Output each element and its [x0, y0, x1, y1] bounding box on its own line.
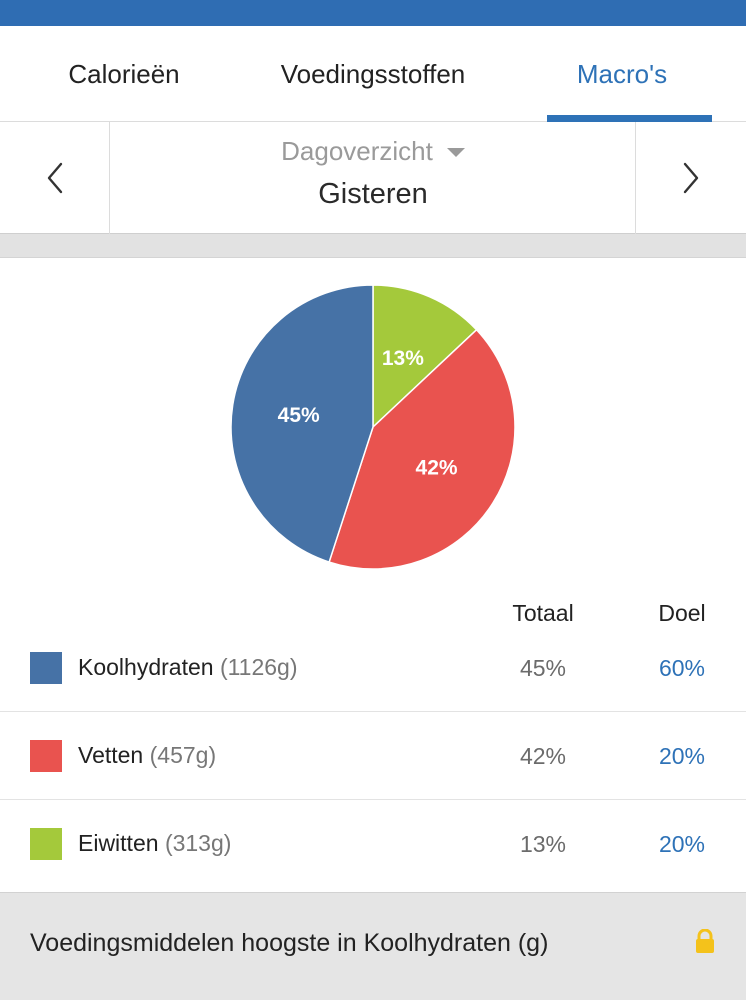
macro-row-fat[interactable]: Vetten (457g) 42% 20%: [0, 712, 746, 800]
macro-total: 13%: [519, 831, 567, 857]
next-day-button[interactable]: [635, 122, 746, 234]
slice-protein-label: 13%: [382, 347, 424, 370]
tab-macros[interactable]: Macro's: [498, 26, 746, 122]
macro-goal[interactable]: 60%: [642, 655, 722, 682]
chevron-left-icon: [47, 162, 62, 194]
top-foods-section[interactable]: Voedingsmiddelen hoogste in Koolhydraten…: [0, 892, 746, 1000]
active-tab-indicator: [547, 115, 712, 122]
macro-total: 42%: [519, 743, 567, 769]
tab-calories[interactable]: Calorieën: [0, 26, 248, 122]
macro-grams: (313g): [164, 830, 232, 856]
range-dropdown-label: Dagoverzicht: [281, 135, 433, 166]
macro-name: Eiwitten: [78, 830, 159, 856]
chevron-right-icon: [683, 162, 699, 194]
protein-color-swatch: [30, 828, 62, 860]
day-selector: Dagoverzicht Gisteren: [0, 122, 746, 234]
macro-label: Vetten (457g): [78, 742, 216, 769]
macro-label: Koolhydraten (1126g): [78, 654, 298, 681]
macro-row-protein[interactable]: Eiwitten (313g) 13% 20%: [0, 800, 746, 888]
macro-grams: (1126g): [219, 654, 298, 680]
macro-goal[interactable]: 20%: [642, 743, 722, 770]
fat-color-swatch: [30, 740, 62, 772]
total-column-header: Totaal: [512, 600, 574, 626]
tab-nutrients[interactable]: Voedingsstoffen: [248, 26, 498, 122]
macro-name: Vetten: [78, 742, 144, 768]
top-foods-label: Voedingsmiddelen hoogste in Koolhydraten…: [30, 929, 549, 957]
slice-carbs-label: 45%: [278, 404, 320, 427]
macro-total: 45%: [519, 655, 567, 681]
macro-goal[interactable]: 20%: [642, 831, 722, 858]
macro-row-carbs[interactable]: Koolhydraten (1126g) 45% 60%: [0, 624, 746, 712]
range-dropdown[interactable]: Dagoverzicht: [111, 134, 635, 168]
goal-column-header: Doel: [658, 600, 706, 626]
caret-down-icon: [446, 147, 465, 157]
selected-day-label: Gisteren: [318, 178, 428, 210]
macro-label: Eiwitten (313g): [78, 830, 231, 857]
macro-pie-chart: 13% 42% 45%: [226, 280, 520, 574]
app-header-bar: [0, 0, 746, 26]
lock-icon: [696, 929, 714, 953]
carbs-color-swatch: [30, 652, 62, 684]
slice-fat-label: 42%: [416, 456, 458, 479]
previous-day-button[interactable]: [0, 122, 110, 234]
macro-grams: (457g): [149, 742, 217, 768]
section-divider: [0, 234, 746, 258]
pie-svg: 13% 42% 45%: [230, 284, 516, 570]
macro-name: Koolhydraten: [78, 654, 214, 680]
tab-bar: Calorieën Voedingsstoffen Macro's: [0, 26, 746, 122]
day-selector-center: Dagoverzicht Gisteren: [111, 122, 635, 234]
